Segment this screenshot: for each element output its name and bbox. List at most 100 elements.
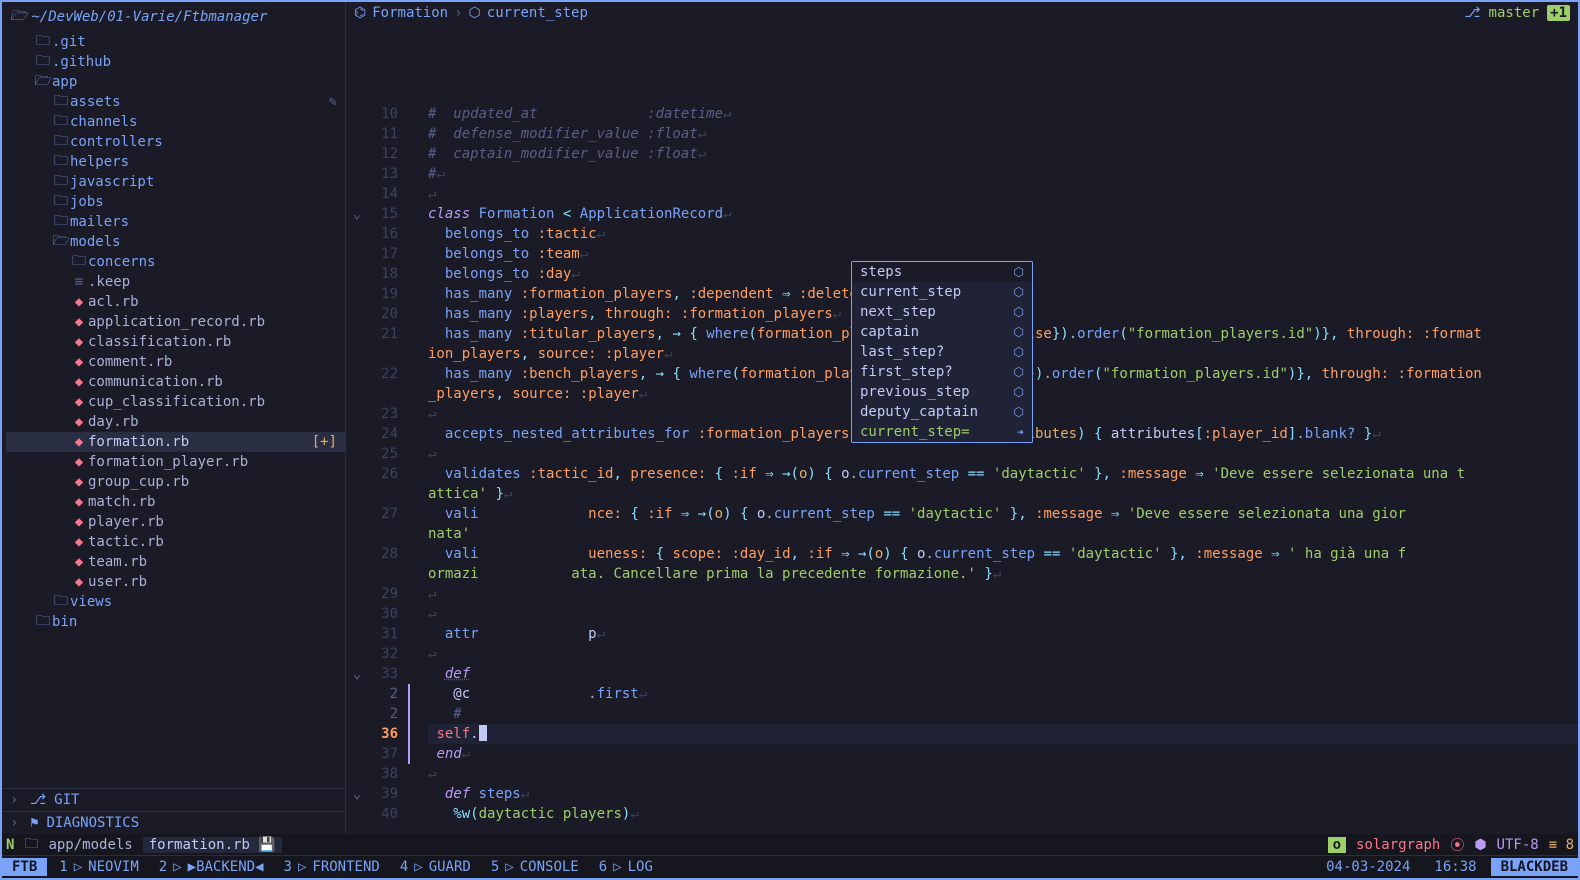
code-line[interactable]: 36 self. <box>346 724 1578 744</box>
file-item[interactable]: ◆player.rb <box>6 512 345 532</box>
statusline: N 🗀 app/models formation.rb 💾 o solargra… <box>2 834 1578 855</box>
breadcrumb-member[interactable]: current_step <box>487 5 588 21</box>
code-line[interactable]: 14↵ <box>346 184 1578 204</box>
completion-kind-icon: ⬡ <box>1014 322 1024 342</box>
folder-item[interactable]: 🗀mailers <box>6 212 345 232</box>
completion-item[interactable]: first_step?⬡ <box>852 362 1032 382</box>
completion-label: last_step? <box>860 342 944 362</box>
folder-item[interactable]: 🗀jobs <box>6 192 345 212</box>
folder-item[interactable]: 🗀.git <box>6 32 345 52</box>
file-explorer: 🗁 ~/DevWeb/01-Varie/Ftbmanager 🗀.git🗀.gi… <box>2 2 346 834</box>
code-line[interactable]: 25↵ <box>346 444 1578 464</box>
editor-pane: ⌬ Formation › ⬡ current_step ⎇ master +1… <box>346 2 1578 834</box>
file-item[interactable]: ◆match.rb <box>6 492 345 512</box>
folder-item[interactable]: 🗀.github <box>6 52 345 72</box>
chevron-right-icon: › <box>454 5 462 21</box>
file-item[interactable]: ≡.keep <box>6 272 345 292</box>
folder-item[interactable]: 🗀concerns <box>6 252 345 272</box>
tmux-window[interactable]: 4▷GUARD <box>390 858 481 876</box>
file-item[interactable]: ◆team.rb <box>6 552 345 572</box>
diagnostics-section[interactable]: › ⚑ DIAGNOSTICS <box>2 811 345 834</box>
completion-label: steps <box>860 262 902 282</box>
code-line[interactable]: 32↵ <box>346 644 1578 664</box>
code-line[interactable]: 16 belongs_to :tactic↵ <box>346 224 1578 244</box>
ruby-icon: ◆ <box>70 354 88 370</box>
completion-popup[interactable]: steps⬡current_step⬡next_step⬡captain⬡las… <box>851 261 1033 443</box>
tmux-window[interactable]: 3▷FRONTEND <box>274 858 390 876</box>
file-name: concerns <box>88 254 155 270</box>
file-tree[interactable]: 🗀.git🗀.github🗁app🗀assets✎🗀channels🗀contr… <box>2 32 345 788</box>
folder-item[interactable]: 🗀helpers <box>6 152 345 172</box>
code-line[interactable]: 13#↵ <box>346 164 1578 184</box>
file-item[interactable]: ◆user.rb <box>6 572 345 592</box>
buffer-path: app/models <box>48 837 132 853</box>
tmux-window[interactable]: 2▷▶BACKEND◀ <box>149 858 274 876</box>
code-line[interactable]: 29↵ <box>346 584 1578 604</box>
file-item[interactable]: ◆formation_player.rb <box>6 452 345 472</box>
completion-item[interactable]: last_step?⬡ <box>852 342 1032 362</box>
file-item[interactable]: ◆classification.rb <box>6 332 345 352</box>
file-name: communication.rb <box>88 374 223 390</box>
file-item[interactable]: ◆day.rb <box>6 412 345 432</box>
code-line[interactable]: 37 end↵ <box>346 744 1578 764</box>
code-line[interactable]: 10# updated_at :datetime↵ <box>346 104 1578 124</box>
chevron-right-icon: › <box>10 792 22 808</box>
folder-open-icon: 🗁 <box>10 5 27 29</box>
code-line[interactable]: 2 @c .first↵ <box>346 684 1578 704</box>
file-item[interactable]: ◆group_cup.rb <box>6 472 345 492</box>
folder-item[interactable]: 🗁models <box>6 232 345 252</box>
folder-item[interactable]: 🗀assets✎ <box>6 92 345 112</box>
code-line[interactable]: 31 attr p↵ <box>346 624 1578 644</box>
code-line[interactable]: 12# captain_modifier_value :float↵ <box>346 144 1578 164</box>
tmux-session[interactable]: FTB <box>2 858 47 876</box>
code-line[interactable]: 2 # <box>346 704 1578 724</box>
code-line[interactable]: ⌄15class Formation < ApplicationRecord↵ <box>346 204 1578 224</box>
tmux-window[interactable]: 1▷NEOVIM <box>49 858 148 876</box>
code-line[interactable]: ormazi ata. Cancellare prima la preceden… <box>346 564 1578 584</box>
completion-item[interactable]: current_step⬡ <box>852 282 1032 302</box>
completion-kind-icon: ⬡ <box>1014 402 1024 422</box>
git-section[interactable]: › ⎇ GIT <box>2 788 345 811</box>
code-line[interactable]: 26 validates :tactic_id, presence: { :if… <box>346 464 1578 484</box>
neovim-icon: N <box>6 837 14 853</box>
code-line[interactable]: ⌄33 def <box>346 664 1578 684</box>
code-line[interactable]: 11# defense_modifier_value :float↵ <box>346 124 1578 144</box>
completion-kind-icon: ⬡ <box>1014 262 1024 282</box>
completion-item[interactable]: steps ⬡ <box>852 262 1032 282</box>
folder-item[interactable]: 🗀bin <box>6 612 345 632</box>
folder-item[interactable]: 🗀views <box>6 592 345 612</box>
code-line[interactable]: attica' }↵ <box>346 484 1578 504</box>
completion-item[interactable]: previous_step⬡ <box>852 382 1032 402</box>
tmux-windows: 1▷NEOVIM2▷▶BACKEND◀3▷FRONTEND4▷GUARD5▷CO… <box>49 858 663 876</box>
completion-item[interactable]: deputy_captain⬡ <box>852 402 1032 422</box>
completion-item[interactable]: current_step=➔ <box>852 422 1032 442</box>
code-editor[interactable]: 10# updated_at :datetime↵11# defense_mod… <box>346 24 1578 834</box>
code-line[interactable]: 28 vali ueness: { scope: :day_id, :if ⇒ … <box>346 544 1578 564</box>
folder-item[interactable]: 🗀javascript <box>6 172 345 192</box>
file-item[interactable]: ◆formation.rb[+] <box>6 432 345 452</box>
code-line[interactable]: 40 %w(daytactic players)↵ <box>346 804 1578 824</box>
file-name: models <box>70 234 121 250</box>
file-item[interactable]: ◆communication.rb <box>6 372 345 392</box>
git-branch: master <box>1489 5 1540 21</box>
tmux-window[interactable]: 5▷CONSOLE <box>481 858 589 876</box>
file-item[interactable]: ◆cup_classification.rb <box>6 392 345 412</box>
file-item[interactable]: ◆acl.rb <box>6 292 345 312</box>
code-line[interactable]: 38↵ <box>346 764 1578 784</box>
completion-item[interactable]: captain⬡ <box>852 322 1032 342</box>
breadcrumb-class[interactable]: Formation <box>372 5 448 21</box>
cwd-label: 🗁 ~/DevWeb/01-Varie/Ftbmanager <box>2 2 345 32</box>
file-item[interactable]: ◆tactic.rb <box>6 532 345 552</box>
code-line[interactable]: 27 vali nce: { :if ⇒ →(o) { o.current_st… <box>346 504 1578 524</box>
tmux-window[interactable]: 6▷LOG <box>589 858 663 876</box>
code-line[interactable]: nata' <box>346 524 1578 544</box>
folder-item[interactable]: 🗀channels <box>6 112 345 132</box>
folder-item[interactable]: 🗀controllers <box>6 132 345 152</box>
file-item[interactable]: ◆application_record.rb <box>6 312 345 332</box>
file-item[interactable]: ◆comment.rb <box>6 352 345 372</box>
code-line[interactable]: 30↵ <box>346 604 1578 624</box>
code-line[interactable]: ⌄39 def steps↵ <box>346 784 1578 804</box>
completion-item[interactable]: next_step⬡ <box>852 302 1032 322</box>
file-name: classification.rb <box>88 334 231 350</box>
folder-item[interactable]: 🗁app <box>6 72 345 92</box>
